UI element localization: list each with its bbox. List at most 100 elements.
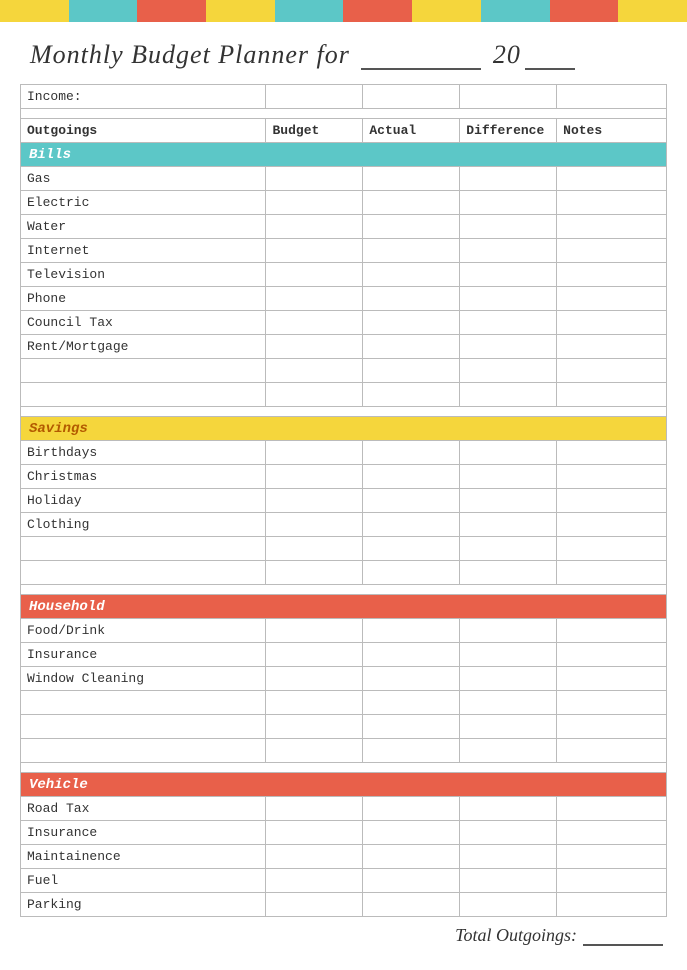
row-cell[interactable]	[266, 893, 363, 917]
row-cell[interactable]	[460, 383, 557, 407]
row-cell[interactable]	[266, 537, 363, 561]
row-cell[interactable]	[460, 513, 557, 537]
row-cell[interactable]	[363, 489, 460, 513]
row-cell[interactable]	[363, 513, 460, 537]
row-cell[interactable]	[266, 191, 363, 215]
row-cell[interactable]	[557, 845, 667, 869]
row-cell[interactable]	[460, 561, 557, 585]
row-cell[interactable]	[266, 239, 363, 263]
row-cell[interactable]	[266, 441, 363, 465]
row-cell[interactable]	[460, 667, 557, 691]
income-budget[interactable]	[266, 85, 363, 109]
row-cell[interactable]	[266, 215, 363, 239]
row-cell[interactable]	[557, 513, 667, 537]
income-diff[interactable]	[460, 85, 557, 109]
row-cell[interactable]	[557, 239, 667, 263]
row-cell[interactable]	[460, 691, 557, 715]
row-cell[interactable]	[363, 715, 460, 739]
row-cell[interactable]	[266, 287, 363, 311]
income-actual[interactable]	[363, 85, 460, 109]
row-cell[interactable]	[557, 215, 667, 239]
row-cell[interactable]	[266, 513, 363, 537]
row-cell[interactable]	[460, 739, 557, 763]
row-cell[interactable]	[460, 619, 557, 643]
row-cell[interactable]	[460, 263, 557, 287]
row-cell[interactable]	[266, 561, 363, 585]
row-cell[interactable]	[363, 667, 460, 691]
row-cell[interactable]	[266, 691, 363, 715]
row-cell[interactable]	[557, 335, 667, 359]
row-cell[interactable]	[266, 643, 363, 667]
row-cell[interactable]	[557, 191, 667, 215]
row-cell[interactable]	[266, 797, 363, 821]
row-cell[interactable]	[460, 287, 557, 311]
row-cell[interactable]	[557, 643, 667, 667]
row-cell[interactable]	[460, 167, 557, 191]
row-cell[interactable]	[363, 465, 460, 489]
row-cell[interactable]	[460, 239, 557, 263]
row-cell[interactable]	[460, 869, 557, 893]
row-cell[interactable]	[363, 845, 460, 869]
row-cell[interactable]	[266, 311, 363, 335]
row-cell[interactable]	[266, 465, 363, 489]
row-cell[interactable]	[363, 311, 460, 335]
row-cell[interactable]	[266, 167, 363, 191]
row-cell[interactable]	[460, 359, 557, 383]
row-cell[interactable]	[557, 667, 667, 691]
row-cell[interactable]	[557, 893, 667, 917]
row-cell[interactable]	[266, 739, 363, 763]
row-cell[interactable]	[363, 441, 460, 465]
row-cell[interactable]	[363, 643, 460, 667]
row-cell[interactable]	[363, 739, 460, 763]
row-cell[interactable]	[557, 359, 667, 383]
row-cell[interactable]	[363, 537, 460, 561]
row-cell[interactable]	[266, 821, 363, 845]
row-cell[interactable]	[460, 845, 557, 869]
row-cell[interactable]	[557, 311, 667, 335]
row-cell[interactable]	[460, 489, 557, 513]
row-cell[interactable]	[460, 643, 557, 667]
row-cell[interactable]	[266, 263, 363, 287]
row-cell[interactable]	[266, 869, 363, 893]
row-cell[interactable]	[266, 667, 363, 691]
row-cell[interactable]	[266, 845, 363, 869]
row-cell[interactable]	[363, 893, 460, 917]
row-cell[interactable]	[460, 335, 557, 359]
row-cell[interactable]	[266, 359, 363, 383]
row-cell[interactable]	[460, 441, 557, 465]
row-cell[interactable]	[363, 619, 460, 643]
row-cell[interactable]	[266, 619, 363, 643]
row-cell[interactable]	[363, 383, 460, 407]
row-cell[interactable]	[557, 691, 667, 715]
row-cell[interactable]	[363, 797, 460, 821]
row-cell[interactable]	[363, 561, 460, 585]
row-cell[interactable]	[363, 263, 460, 287]
row-cell[interactable]	[460, 311, 557, 335]
row-cell[interactable]	[363, 215, 460, 239]
total-blank[interactable]	[583, 944, 663, 946]
row-cell[interactable]	[266, 335, 363, 359]
row-cell[interactable]	[363, 167, 460, 191]
row-cell[interactable]	[363, 359, 460, 383]
row-cell[interactable]	[557, 537, 667, 561]
row-cell[interactable]	[363, 191, 460, 215]
row-cell[interactable]	[266, 715, 363, 739]
row-cell[interactable]	[460, 715, 557, 739]
row-cell[interactable]	[557, 715, 667, 739]
row-cell[interactable]	[460, 893, 557, 917]
row-cell[interactable]	[557, 619, 667, 643]
title-year-blank[interactable]	[525, 68, 575, 70]
row-cell[interactable]	[557, 821, 667, 845]
income-notes[interactable]	[557, 85, 667, 109]
row-cell[interactable]	[363, 821, 460, 845]
row-cell[interactable]	[363, 335, 460, 359]
row-cell[interactable]	[557, 383, 667, 407]
row-cell[interactable]	[460, 797, 557, 821]
row-cell[interactable]	[363, 691, 460, 715]
row-cell[interactable]	[557, 489, 667, 513]
title-name-blank[interactable]	[361, 68, 481, 70]
row-cell[interactable]	[557, 441, 667, 465]
row-cell[interactable]	[363, 239, 460, 263]
row-cell[interactable]	[557, 287, 667, 311]
row-cell[interactable]	[557, 167, 667, 191]
